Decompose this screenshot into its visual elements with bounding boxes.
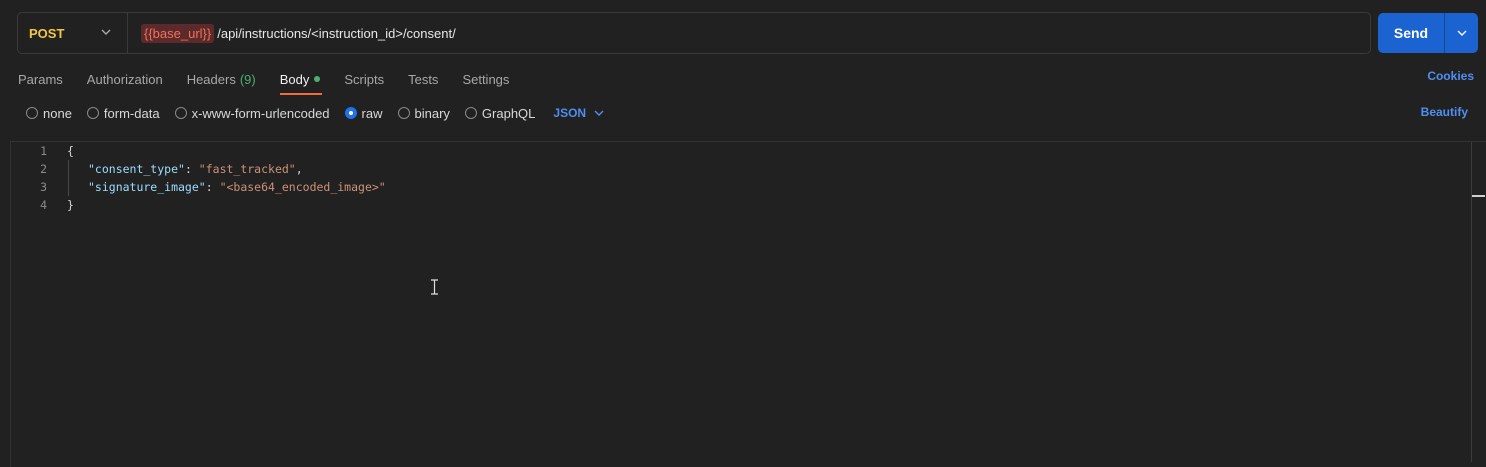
body-status-dot (314, 76, 321, 82)
line-number: 3 (40, 180, 47, 194)
code-text: "signature_image": "<base64_encoded_imag… (88, 180, 386, 194)
headers-count: (9) (239, 71, 256, 87)
json-key: "signature_image" (88, 180, 206, 194)
tab-label: Headers (186, 71, 236, 87)
code-line: 4 } (10, 196, 74, 214)
tab-label: Params (18, 71, 63, 87)
method-dropdown[interactable]: POST (18, 13, 128, 53)
request-tabs: Params Authorization Headers (9) Body Sc… (18, 66, 533, 95)
request-editor: POST {{base_url}} /api/instructions/<ins… (0, 0, 1486, 467)
body-option-form-data[interactable]: form-data (86, 105, 160, 121)
url-input[interactable]: {{base_url}} /api/instructions/<instruct… (128, 23, 456, 43)
code-line: 1 { (10, 142, 74, 160)
radio-button[interactable] (174, 107, 187, 119)
radio-button-selected[interactable] (344, 107, 357, 119)
tab-body[interactable]: Body (279, 66, 322, 95)
chevron-down-icon (1457, 30, 1466, 36)
option-label: GraphQL (481, 105, 536, 121)
option-label: binary (414, 105, 450, 121)
option-label: form-data (103, 105, 160, 121)
text-cursor-icon (431, 279, 438, 295)
radio-button[interactable] (464, 107, 477, 119)
chevron-down-icon (594, 110, 604, 116)
tab-label: Settings (462, 71, 510, 87)
radio-button[interactable] (86, 107, 99, 119)
tab-scripts[interactable]: Scripts (344, 66, 384, 92)
body-option-urlencoded[interactable]: x-www-form-urlencoded (174, 105, 330, 121)
beautify-button[interactable]: Beautify (1421, 105, 1468, 119)
method-label: POST (29, 25, 65, 41)
tab-authorization[interactable]: Authorization (87, 66, 163, 92)
line-number: 2 (40, 162, 47, 176)
json-string: "<base64_encoded_image>" (219, 180, 386, 194)
tab-params[interactable]: Params (18, 66, 63, 92)
line-number: 1 (40, 144, 47, 158)
code-text: { (67, 144, 74, 158)
body-option-graphql[interactable]: GraphQL (464, 105, 536, 121)
code-line: 2 "consent_type": "fast_tracked", (10, 160, 303, 178)
tab-headers[interactable]: Headers (9) (187, 66, 256, 92)
tab-label: Tests (408, 71, 439, 87)
url-path: /api/instructions/<instruction_id>/conse… (217, 25, 456, 41)
code-text: } (67, 198, 74, 212)
url-variable: {{base_url}} (141, 23, 215, 43)
code-line: 3 "signature_image": "<base64_encoded_im… (10, 178, 386, 196)
send-button[interactable]: Send (1378, 13, 1445, 53)
json-string: "fast_tracked" (198, 162, 296, 176)
editor-scrollbar[interactable] (1471, 142, 1472, 462)
option-label: x-www-form-urlencoded (191, 105, 330, 121)
tab-label: Scripts (344, 71, 385, 87)
code-text: "consent_type": "fast_tracked", (88, 162, 303, 176)
tab-settings[interactable]: Settings (462, 66, 509, 92)
radio-button[interactable] (26, 107, 38, 119)
body-option-none[interactable]: none (26, 106, 72, 121)
body-option-binary[interactable]: binary (397, 105, 450, 121)
body-option-raw[interactable]: raw (344, 105, 383, 121)
radio-button[interactable] (397, 107, 410, 119)
chevron-down-icon (101, 29, 111, 35)
send-button-group: Send (1378, 13, 1478, 53)
tab-tests[interactable]: Tests (408, 66, 438, 92)
body-type-options: none form-data x-www-form-urlencoded raw… (26, 103, 604, 123)
indent-guide (68, 160, 69, 196)
cookies-link[interactable]: Cookies (1427, 69, 1474, 83)
send-options-button[interactable] (1445, 13, 1478, 53)
json-punct: , (295, 162, 303, 176)
url-bar: POST {{base_url}} /api/instructions/<ins… (17, 12, 1371, 54)
tab-label: Body (279, 71, 310, 87)
language-label: JSON (553, 106, 587, 120)
json-key: "consent_type" (88, 162, 185, 176)
line-number: 4 (40, 198, 47, 212)
option-label: raw (361, 105, 383, 121)
scrollbar-marker (1472, 195, 1485, 197)
option-label: none (43, 105, 72, 121)
language-dropdown[interactable]: JSON (553, 106, 604, 120)
tab-label: Authorization (86, 71, 163, 87)
